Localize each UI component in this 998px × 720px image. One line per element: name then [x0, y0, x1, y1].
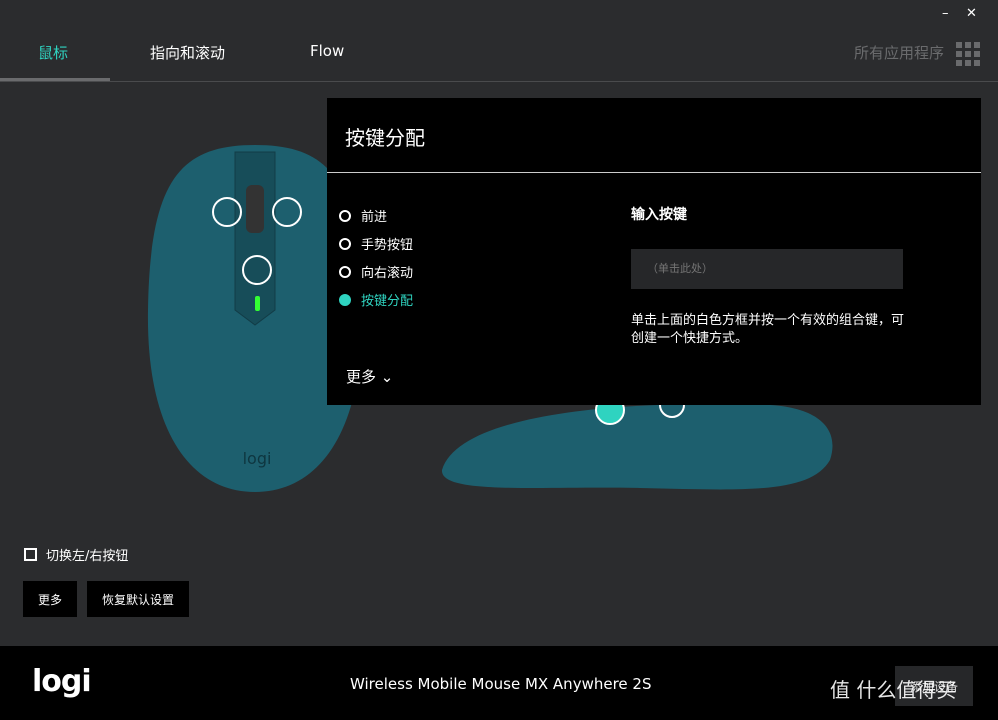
- button-assignment-panel: 按键分配 前进 手势按钮 向右滚动 按键分配 更多 ⌄ 输入按键 单击上面的白色…: [327, 98, 981, 405]
- close-button[interactable]: ✕: [966, 6, 977, 21]
- option-label: 前进: [361, 210, 388, 225]
- watermark: 值 什么值得买: [830, 678, 957, 702]
- mouse-logo: logi: [243, 449, 272, 468]
- swap-buttons-checkbox[interactable]: 切换左/右按钮: [24, 545, 128, 564]
- tab-mouse[interactable]: 鼠标: [38, 42, 68, 63]
- radio-icon: [339, 237, 351, 250]
- minimize-button[interactable]: –: [942, 6, 949, 21]
- more-label: 更多: [346, 368, 377, 386]
- logi-logo: logi: [32, 664, 92, 699]
- option-keystroke[interactable]: 按键分配: [339, 290, 413, 309]
- top-bar: – ✕ 鼠标 指向和滚动 Flow 所有应用程序: [0, 0, 998, 82]
- chevron-down-icon: ⌄: [380, 368, 394, 386]
- radio-icon: [339, 293, 351, 306]
- option-gesture[interactable]: 手势按钮: [339, 234, 413, 253]
- mouse-side-view: [441, 400, 833, 490]
- more-button[interactable]: 更多: [23, 581, 77, 617]
- footer: logi Wireless Mobile Mouse MX Anywhere 2…: [0, 646, 998, 720]
- more-dropdown[interactable]: 更多 ⌄: [346, 366, 393, 387]
- option-forward[interactable]: 前进: [339, 206, 387, 225]
- input-label: 输入按键: [631, 207, 687, 223]
- hint-text: 单击上面的白色方框并按一个有效的组合键，可创建一个快捷方式。: [631, 313, 905, 346]
- option-scroll-right[interactable]: 向右滚动: [339, 262, 413, 281]
- radio-icon: [339, 265, 351, 278]
- tab-pointing-scrolling[interactable]: 指向和滚动: [150, 42, 225, 63]
- divider: [327, 172, 981, 173]
- grid-icon[interactable]: [956, 42, 980, 66]
- active-tab-indicator: [0, 78, 110, 81]
- checkbox-icon: [24, 548, 37, 561]
- tab-flow[interactable]: Flow: [310, 42, 344, 60]
- panel-title: 按键分配: [345, 126, 425, 150]
- all-apps-label[interactable]: 所有应用程序: [854, 42, 944, 63]
- radio-icon: [339, 209, 351, 222]
- option-label: 手势按钮: [361, 238, 414, 253]
- device-name: Wireless Mobile Mouse MX Anywhere 2S: [350, 675, 652, 693]
- option-label: 按键分配: [361, 294, 414, 309]
- restore-defaults-button[interactable]: 恢复默认设置: [87, 581, 189, 617]
- option-label: 向右滚动: [361, 266, 414, 281]
- keystroke-input[interactable]: [631, 249, 903, 289]
- checkbox-label: 切换左/右按钮: [46, 549, 129, 564]
